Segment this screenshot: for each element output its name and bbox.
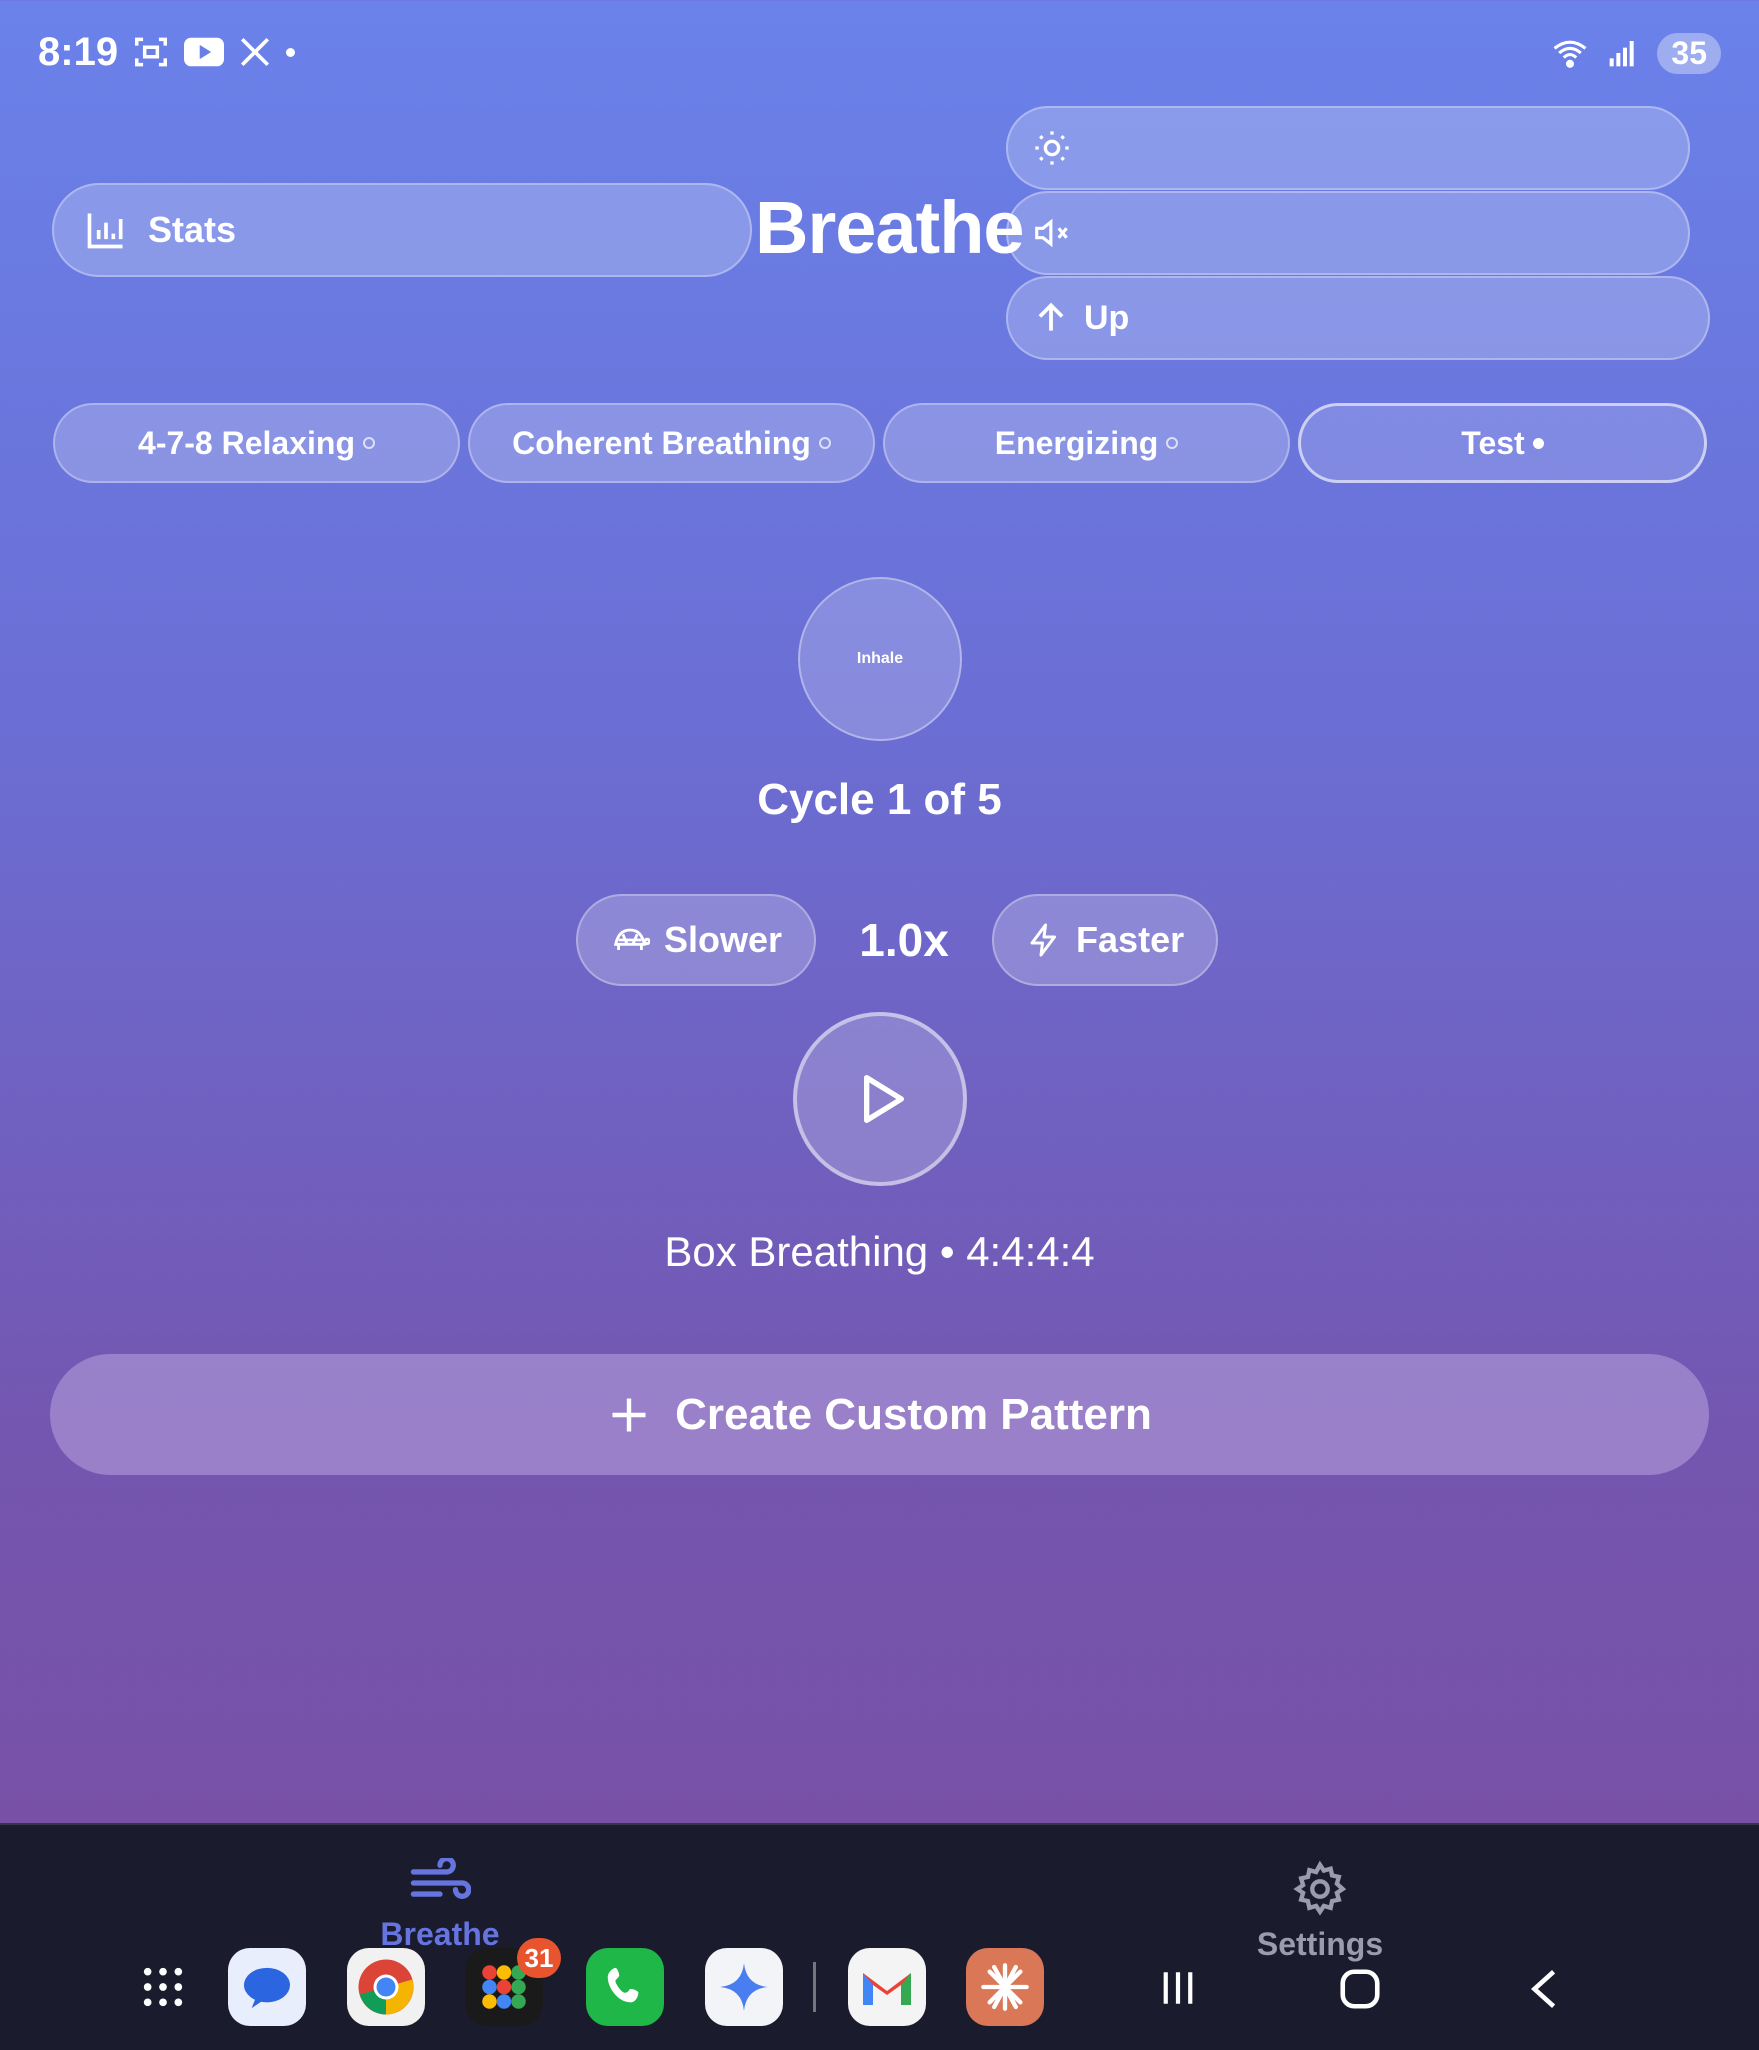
status-time: 8:19 (38, 29, 119, 74)
breathing-circle: Inhale (798, 577, 962, 741)
inactive-dot-icon (818, 437, 831, 449)
status-bar: 8:19 (38, 22, 296, 82)
tab-label: Energizing (994, 424, 1159, 461)
create-custom-pattern-button[interactable]: Create Custom Pattern (50, 1354, 1709, 1475)
inactive-dot-icon (362, 437, 375, 449)
tab-4-7-8-relaxing[interactable]: 4-7-8 Relaxing (53, 403, 460, 483)
nav-breathe[interactable]: Breathe (340, 1858, 540, 1953)
home-button[interactable] (1337, 1966, 1383, 2017)
sun-icon (1035, 131, 1069, 165)
speed-value: 1.0x (859, 914, 949, 966)
pattern-tabs: 4-7-8 Relaxing Coherent Breathing Energi… (53, 403, 1707, 483)
status-right: 35 (1551, 28, 1721, 78)
speed-controls: Slower 1.0x Faster (576, 894, 1219, 986)
back-button[interactable] (1524, 1966, 1564, 2017)
inactive-dot-icon (1166, 437, 1179, 449)
app-title: Breathe (755, 186, 1025, 269)
dock-divider (813, 1962, 816, 2012)
signal-icon (1610, 41, 1635, 67)
chrome-app-icon[interactable] (347, 1948, 425, 2026)
tab-test[interactable]: Test (1298, 403, 1707, 483)
tab-energizing[interactable]: Energizing (883, 403, 1290, 483)
tab-label: Test (1461, 424, 1525, 461)
slower-label: Slower (664, 919, 783, 960)
gemini-app-icon[interactable] (705, 1948, 783, 2026)
active-dot-icon (1532, 437, 1544, 449)
faster-label: Faster (1076, 919, 1185, 960)
stats-button[interactable]: Stats (52, 183, 752, 277)
bar-chart-icon (87, 213, 123, 249)
slower-button[interactable]: Slower (576, 894, 817, 986)
app-drawer-icon[interactable] (140, 1964, 186, 2015)
play-icon (864, 1075, 904, 1123)
up-label: Up (1084, 298, 1130, 337)
claude-app-icon[interactable] (966, 1948, 1044, 2026)
notification-badge: 31 (517, 1938, 561, 1978)
youtube-icon (184, 37, 225, 67)
phone-app-icon[interactable] (586, 1948, 664, 2026)
arrow-up-icon (1038, 302, 1064, 331)
nav-settings-label: Settings (1256, 1926, 1384, 1962)
wifi-icon (1553, 40, 1587, 68)
tab-coherent-breathing[interactable]: Coherent Breathing (468, 403, 875, 483)
x-icon (241, 37, 270, 67)
up-button[interactable]: Up (1006, 276, 1710, 360)
battery-indicator: 35 (1657, 32, 1721, 74)
phase-label: Inhale (856, 650, 904, 667)
faster-button[interactable]: Faster (992, 894, 1219, 986)
pattern-info: Box Breathing • 4:4:4:4 (664, 1228, 1095, 1275)
messages-app-icon[interactable] (228, 1948, 306, 2026)
gmail-app-icon[interactable] (848, 1948, 926, 2026)
tab-label: Coherent Breathing (512, 424, 811, 461)
volume-mute-icon (1035, 218, 1068, 248)
plus-icon (612, 1398, 646, 1431)
cycle-counter: Cycle 1 of 5 (757, 775, 1002, 824)
screenshot-icon (135, 37, 168, 67)
recent-apps-button[interactable] (1157, 1968, 1199, 2013)
gear-icon (1293, 1860, 1347, 1916)
wind-icon (410, 1858, 471, 1899)
notification-dot-icon (286, 47, 296, 57)
nav-settings[interactable]: Settings (1220, 1860, 1420, 1963)
lightning-icon (1030, 923, 1057, 957)
play-button[interactable] (793, 1012, 967, 1186)
stats-label: Stats (148, 209, 237, 250)
turtle-icon (613, 928, 650, 950)
sound-toggle-button[interactable] (1006, 191, 1690, 275)
theme-toggle-button[interactable] (1006, 106, 1690, 190)
create-label: Create Custom Pattern (675, 1389, 1152, 1439)
tab-label: 4-7-8 Relaxing (138, 424, 355, 461)
